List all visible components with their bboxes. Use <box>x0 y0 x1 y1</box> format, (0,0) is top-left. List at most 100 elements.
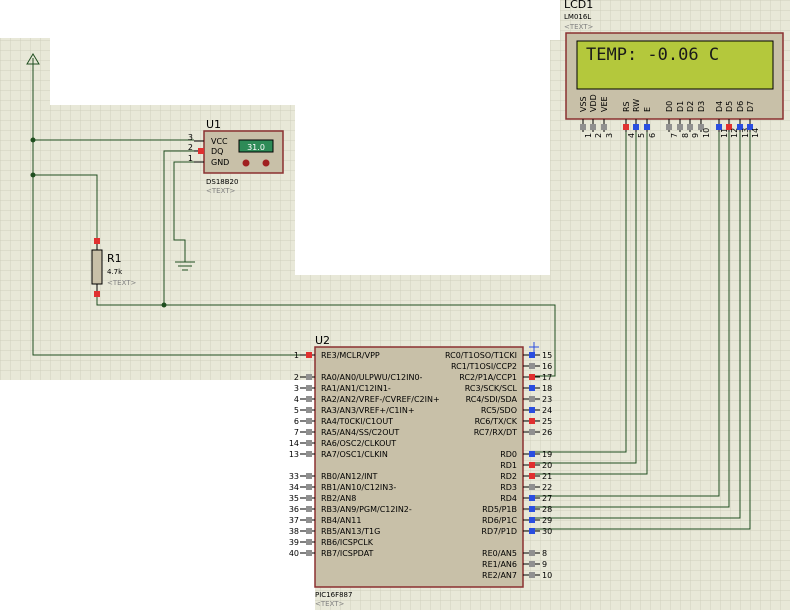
lcd-pin-label: VSS <box>579 96 588 112</box>
u2-pin-number: 30 <box>542 527 552 536</box>
r1-text-tag: <TEXT> <box>107 279 137 287</box>
lcd-pin-label: D7 <box>746 101 755 112</box>
u2-pin-marker[interactable] <box>529 528 535 534</box>
u2-pin-label: RD4 <box>500 494 517 503</box>
lcd-pin-number: 5 <box>637 133 646 138</box>
u2-pin-number: 22 <box>542 483 552 492</box>
u2-pin-label: RA4/T0CKI/C1OUT <box>321 417 393 426</box>
u2-pin-marker[interactable] <box>529 462 535 468</box>
lcd-display-text: TEMP: -0.06 C <box>586 45 719 65</box>
u2-text-tag: <TEXT> <box>315 600 345 608</box>
u2-pin-marker[interactable] <box>306 418 312 424</box>
u2-pin-marker[interactable] <box>306 517 312 523</box>
u2-pin-number: 35 <box>289 494 299 503</box>
u2-pin-number: 39 <box>289 538 299 547</box>
u2-pin-number: 38 <box>289 527 299 536</box>
u2-pin-marker[interactable] <box>306 506 312 512</box>
lcd-pin-label: D2 <box>686 101 695 112</box>
u2-pin-number: 7 <box>294 428 299 437</box>
u2-pin-marker[interactable] <box>529 396 535 402</box>
u2-pin-label: RD3 <box>500 483 517 492</box>
u1-increment-button[interactable] <box>262 159 270 167</box>
lcd-pin-marker[interactable] <box>687 124 693 130</box>
u2-pin-label: RA2/AN2/VREF-/CVREF/C2IN+ <box>321 395 440 404</box>
u2-pin-label: RE0/AN5 <box>482 549 517 558</box>
u2-pin-marker[interactable] <box>306 396 312 402</box>
u2-pin-label: RB5/AN13/T1G <box>321 527 380 536</box>
u2-pin-marker[interactable] <box>529 495 535 501</box>
schematic-canvas[interactable]: R1 4.7k <TEXT> U1 31.0 DS18B20 <TEXT> 3 V… <box>0 0 790 610</box>
u2-pin-marker[interactable] <box>529 451 535 457</box>
u2-pin-label: RE1/AN6 <box>482 560 517 569</box>
u2-pin-marker[interactable] <box>306 473 312 479</box>
u2-pin-marker[interactable] <box>529 418 535 424</box>
u2-pin-marker[interactable] <box>529 374 535 380</box>
u2-pin-marker[interactable] <box>306 440 312 446</box>
u2-pin-marker[interactable] <box>306 528 312 534</box>
u1-decrement-button[interactable] <box>242 159 250 167</box>
u2-pin-label: RD1 <box>500 461 517 470</box>
u2-pin-marker[interactable] <box>306 550 312 556</box>
u2-pin-marker[interactable] <box>306 352 312 358</box>
u2-pin-marker[interactable] <box>529 473 535 479</box>
u2-pin-marker[interactable] <box>306 539 312 545</box>
u2-pin-label: RB2/AN8 <box>321 494 356 503</box>
u1-pin-marker[interactable] <box>198 148 204 154</box>
u2-pin-number: 25 <box>542 417 552 426</box>
u2-pin-label: RB0/AN12/INT <box>321 472 378 481</box>
u1-reading: 31.0 <box>247 143 265 152</box>
lcd-pin-label: D6 <box>736 101 745 112</box>
lcd-pin-number: 2 <box>594 133 603 138</box>
mcu-u2[interactable]: U2 PIC16F887 <TEXT> 1 RE3/MCLR/VPP 2 RA0/AN… <box>289 334 552 608</box>
u1-pin-label: DQ <box>211 147 223 156</box>
u2-pin-number: 10 <box>542 571 552 580</box>
u2-pin-label: RD0 <box>500 450 517 459</box>
lcd-pin-marker[interactable] <box>580 124 586 130</box>
u2-pin-marker[interactable] <box>529 517 535 523</box>
lcd-pin-marker[interactable] <box>666 124 672 130</box>
u2-ref: U2 <box>315 334 330 347</box>
u2-pin-number: 2 <box>294 373 299 382</box>
u1-pin-number: 1 <box>188 154 193 163</box>
lcd-pin-number: 3 <box>605 133 614 138</box>
u2-pin-marker[interactable] <box>529 363 535 369</box>
schematic-svg[interactable]: R1 4.7k <TEXT> U1 31.0 DS18B20 <TEXT> 3 V… <box>0 0 790 610</box>
u2-pin-marker[interactable] <box>529 484 535 490</box>
u2-pin-marker[interactable] <box>529 572 535 578</box>
u2-pin-marker[interactable] <box>306 385 312 391</box>
lcd-pin-marker[interactable] <box>677 124 683 130</box>
lcd-pin-number: 1 <box>584 133 593 138</box>
lcd-pin-marker[interactable] <box>623 124 629 130</box>
lcd-pin-marker[interactable] <box>590 124 596 130</box>
u2-pin-marker[interactable] <box>529 385 535 391</box>
u2-pin-marker[interactable] <box>306 451 312 457</box>
u2-pin-marker[interactable] <box>306 374 312 380</box>
u2-pin-number: 40 <box>289 549 299 558</box>
u1-pin-number: 3 <box>188 133 193 142</box>
u2-pin-marker[interactable] <box>529 550 535 556</box>
lcd-pin-number: 7 <box>670 133 679 138</box>
lcd-pin-label: D3 <box>697 101 706 112</box>
u2-pin-marker[interactable] <box>529 561 535 567</box>
u2-pin-marker[interactable] <box>306 484 312 490</box>
lcd-pin-marker[interactable] <box>633 124 639 130</box>
u2-pin-marker[interactable] <box>529 429 535 435</box>
lcd-pin-number: 4 <box>627 133 636 138</box>
u2-pin-marker[interactable] <box>529 407 535 413</box>
u2-pin-label: RC3/SCK/SCL <box>465 384 518 393</box>
u2-pin-marker[interactable] <box>306 407 312 413</box>
u2-pin-label: RC2/P1A/CCP1 <box>459 373 517 382</box>
u2-pin-number: 16 <box>542 362 552 371</box>
lcd-ref: LCD1 <box>564 0 593 11</box>
u2-pin-number: 27 <box>542 494 552 503</box>
u2-pin-marker[interactable] <box>306 495 312 501</box>
lcd-text-tag: <TEXT> <box>564 23 594 31</box>
lcd-pin-marker[interactable] <box>644 124 650 130</box>
r1-pin-top[interactable] <box>94 238 100 244</box>
u2-pin-marker[interactable] <box>306 429 312 435</box>
r1-pin-bottom[interactable] <box>94 291 100 297</box>
u2-pin-marker[interactable] <box>529 506 535 512</box>
u2-pin-marker[interactable] <box>529 352 535 358</box>
u2-pin-number: 6 <box>294 417 299 426</box>
lcd-pin-marker[interactable] <box>601 124 607 130</box>
